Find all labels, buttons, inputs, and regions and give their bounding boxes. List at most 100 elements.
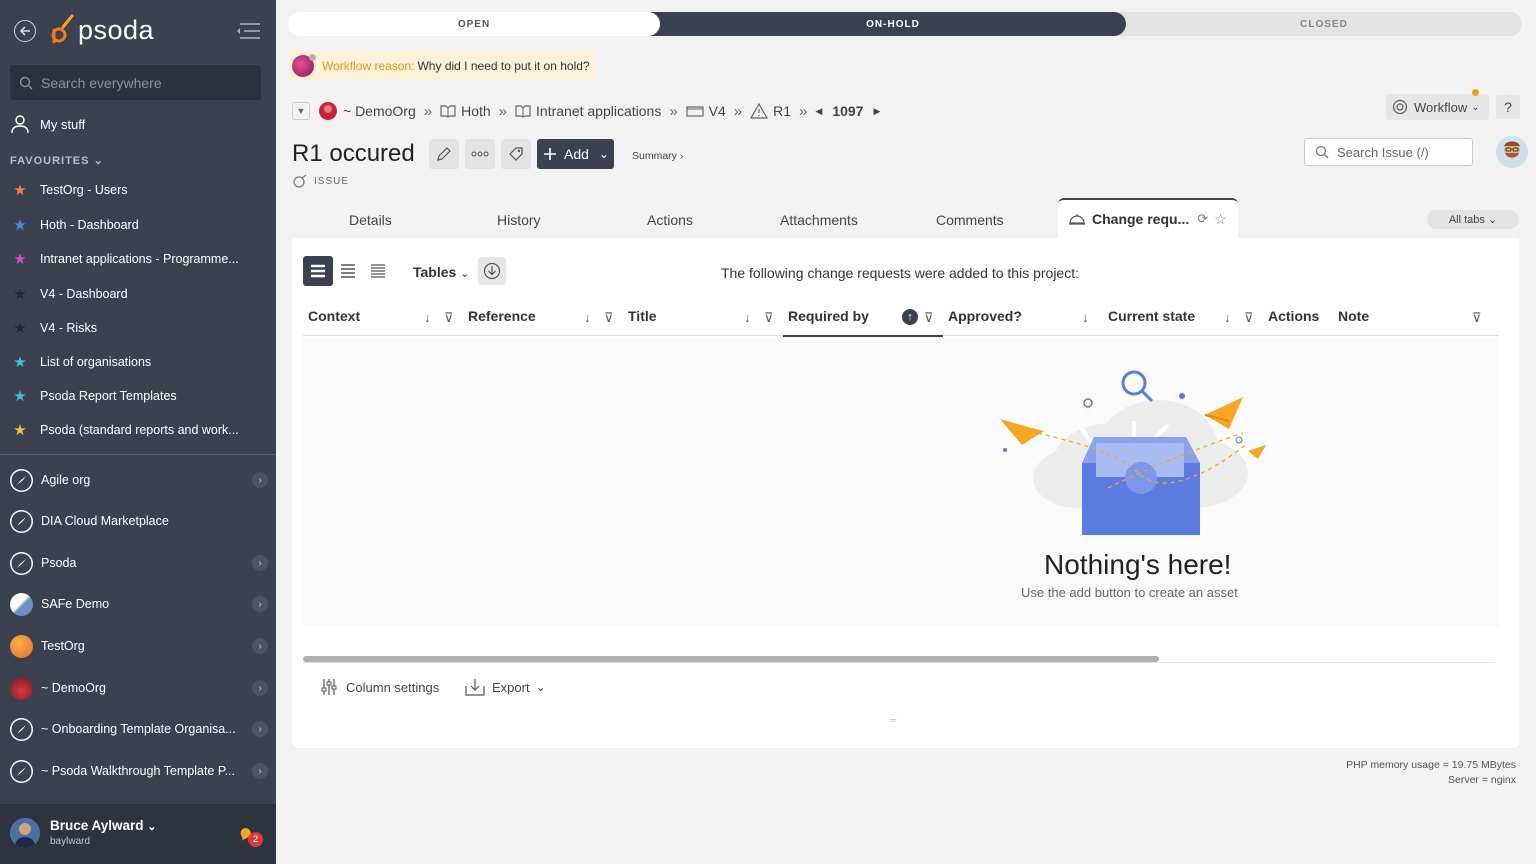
breadcrumb-item[interactable]: V4 xyxy=(709,103,726,119)
compass-icon xyxy=(10,509,33,533)
tab-history[interactable]: History xyxy=(497,212,541,228)
export-button[interactable]: Export ⌄ xyxy=(465,678,546,696)
book-icon xyxy=(515,103,531,119)
tab-details[interactable]: Details xyxy=(349,212,392,228)
star-outline-icon[interactable]: ☆ xyxy=(1214,211,1227,228)
column-header[interactable]: Current state xyxy=(1108,308,1195,324)
sort-arrow-icon[interactable]: ↓ xyxy=(1224,310,1231,325)
global-search-input[interactable]: Search everywhere xyxy=(10,65,261,100)
add-button-label: Add xyxy=(564,146,589,162)
breadcrumb-item[interactable]: Intranet applications xyxy=(536,103,661,119)
favourite-item[interactable]: ★ Hoth - Dashboard xyxy=(10,215,245,235)
filter-icon[interactable]: ⊽ xyxy=(1472,310,1482,326)
add-button[interactable]: Add ⌄ xyxy=(537,139,614,169)
column-header[interactable]: Actions xyxy=(1268,308,1319,324)
org-item[interactable]: SAFe Demo › xyxy=(10,591,268,617)
breadcrumb-dropdown[interactable]: ▼ xyxy=(292,102,310,120)
sort-arrow-icon[interactable]: ↓ xyxy=(424,310,431,325)
sort-arrow-icon[interactable]: ↓ xyxy=(1082,310,1089,325)
view-list-large[interactable] xyxy=(303,256,333,286)
column-settings-button[interactable]: Column settings xyxy=(320,678,439,696)
workflow-stage-on-hold[interactable]: ON-HOLD xyxy=(648,12,1126,36)
my-stuff-link[interactable]: My stuff xyxy=(10,114,85,134)
current-user-avatar[interactable] xyxy=(1496,136,1528,168)
chevron-right-icon[interactable]: › xyxy=(252,596,268,612)
org-item[interactable]: TestOrg › xyxy=(10,633,268,659)
filter-icon[interactable]: ⊽ xyxy=(924,310,934,326)
breadcrumb-item[interactable]: Hoth xyxy=(461,103,491,119)
favourites-heading[interactable]: FAVOURITES ⌄ xyxy=(10,154,104,167)
org-item[interactable]: Psoda › xyxy=(10,550,268,576)
notifications-button[interactable]: 2 xyxy=(236,824,263,847)
filter-icon[interactable]: ⊽ xyxy=(764,310,774,326)
asset-type-label: ISSUE xyxy=(292,174,349,188)
org-item[interactable]: ~ Psoda Walkthrough Template P... › xyxy=(10,758,268,784)
user-name[interactable]: Bruce Aylward ⌄ xyxy=(50,818,157,833)
chevron-right-icon[interactable]: › xyxy=(252,638,268,654)
sort-active-icon[interactable]: ↑ xyxy=(902,309,918,325)
view-type-dropdown[interactable]: Tables ⌄ xyxy=(413,264,469,280)
favourite-item[interactable]: ★ Intranet applications - Programme... xyxy=(10,249,245,269)
breadcrumb-item[interactable]: ~ DemoOrg xyxy=(343,103,416,119)
column-header[interactable]: Approved? xyxy=(948,308,1022,324)
workflow-button[interactable]: Workflow ⌄ xyxy=(1386,89,1489,120)
column-header[interactable]: Reference xyxy=(468,308,536,324)
org-item[interactable]: Agile org › xyxy=(10,467,268,493)
favourite-item[interactable]: ★ V4 - Risks xyxy=(10,318,245,338)
chevron-down-icon: ⌄ xyxy=(1471,101,1480,113)
search-issue-input[interactable]: Search Issue (/) xyxy=(1304,138,1473,166)
import-button[interactable] xyxy=(478,257,506,285)
chevron-right-icon[interactable]: › xyxy=(252,680,268,696)
column-header[interactable]: Note xyxy=(1338,308,1369,324)
filter-icon[interactable]: ⊽ xyxy=(444,310,454,326)
favourite-item[interactable]: ★ Psoda Report Templates xyxy=(10,386,245,406)
tab-actions[interactable]: Actions xyxy=(647,212,693,228)
resize-handle-icon[interactable]: ═ xyxy=(890,715,896,725)
chevron-right-icon[interactable]: › xyxy=(252,555,268,571)
favourite-item[interactable]: ★ TestOrg - Users xyxy=(10,180,245,200)
column-header[interactable]: Title xyxy=(628,308,657,324)
org-item[interactable]: ~ Onboarding Template Organisa... › xyxy=(10,716,268,742)
help-button[interactable]: ? xyxy=(1496,95,1520,119)
breadcrumb-item[interactable]: R1 xyxy=(773,103,791,119)
filter-icon[interactable]: ⊽ xyxy=(1244,310,1254,326)
favourite-item[interactable]: ★ List of organisations xyxy=(10,352,245,372)
favourite-item[interactable]: ★ Psoda (standard reports and work... xyxy=(10,420,245,440)
chevron-right-icon[interactable]: › xyxy=(252,763,268,779)
view-list-compact[interactable] xyxy=(363,256,393,286)
sort-arrow-icon[interactable]: ↓ xyxy=(744,310,751,325)
prev-item-icon[interactable]: ◀ xyxy=(815,106,822,117)
tab-change-requests[interactable]: Change requ... ⟳ ☆ xyxy=(1058,198,1238,238)
collapse-sidebar-button[interactable] xyxy=(236,22,262,40)
column-header-sorted[interactable]: Required by xyxy=(788,308,869,324)
refresh-icon[interactable]: ⟳ xyxy=(1197,211,1208,227)
tab-comments[interactable]: Comments xyxy=(936,212,1004,228)
workflow-stage-closed[interactable]: CLOSED xyxy=(1126,12,1522,36)
org-item[interactable]: ~ DemoOrg › xyxy=(10,675,268,701)
org-item[interactable]: DIA Cloud Marketplace xyxy=(10,508,268,534)
next-item-icon[interactable]: ▶ xyxy=(873,106,880,117)
change-requests-panel: Tables ⌄ The following change requests w… xyxy=(292,238,1519,748)
tab-attachments[interactable]: Attachments xyxy=(780,212,858,228)
column-header[interactable]: Context xyxy=(308,308,360,324)
all-tabs-button[interactable]: All tabs ⌄ xyxy=(1427,210,1519,229)
table-bottom-divider xyxy=(303,662,1495,663)
chevron-right-icon[interactable]: › xyxy=(252,721,268,737)
favourite-item[interactable]: ★ V4 - Dashboard xyxy=(10,284,245,304)
view-list-medium[interactable] xyxy=(333,256,363,286)
more-button[interactable] xyxy=(465,139,495,169)
back-button[interactable] xyxy=(14,20,36,42)
workflow-stage-open[interactable]: OPEN xyxy=(288,12,660,36)
edit-button[interactable] xyxy=(429,139,459,169)
tag-button[interactable] xyxy=(501,139,531,169)
workflow-icon xyxy=(1392,99,1408,115)
summary-link[interactable]: Summary › xyxy=(632,150,683,162)
user-avatar[interactable] xyxy=(10,818,40,848)
star-icon: ★ xyxy=(13,251,27,268)
empty-state-subtitle: Use the add button to create an asset xyxy=(1021,585,1238,600)
psoda-logo[interactable]: psoda xyxy=(50,12,154,48)
user-bar[interactable] xyxy=(0,804,276,864)
filter-icon[interactable]: ⊽ xyxy=(604,310,614,326)
chevron-right-icon[interactable]: › xyxy=(252,472,268,488)
sort-arrow-icon[interactable]: ↓ xyxy=(584,310,591,325)
